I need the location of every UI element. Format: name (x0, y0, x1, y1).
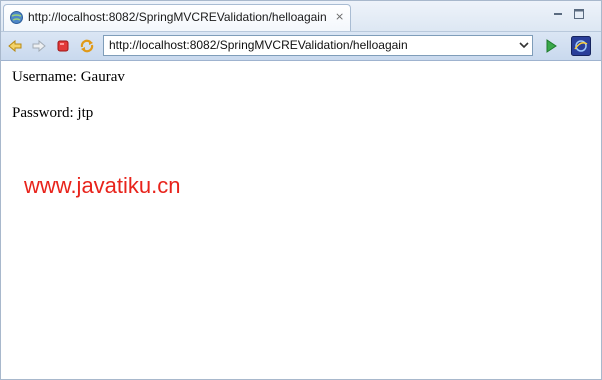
url-text: http://localhost:8082/SpringMVCREValidat… (109, 38, 408, 52)
tab-title: http://localhost:8082/SpringMVCREValidat… (28, 10, 327, 24)
stop-icon[interactable] (55, 38, 71, 54)
go-icon[interactable] (543, 38, 559, 54)
forward-icon[interactable] (31, 38, 47, 54)
back-icon[interactable] (7, 38, 23, 54)
watermark-text: www.javatiku.cn (24, 173, 181, 198)
tab-close-icon[interactable]: ⨯ (335, 10, 344, 24)
username-text: Username: Gaurav (12, 69, 125, 85)
minimize-icon[interactable] (551, 7, 565, 21)
maximize-icon[interactable] (572, 7, 586, 21)
dropdown-icon[interactable] (519, 40, 529, 50)
browser-tab[interactable]: http://localhost:8082/SpringMVCREValidat… (3, 4, 351, 31)
page-content: Username: Gaurav Password: jtp www.javat… (1, 61, 601, 379)
url-input[interactable]: http://localhost:8082/SpringMVCREValidat… (103, 35, 533, 56)
globe-icon (10, 11, 23, 24)
refresh-icon[interactable] (79, 38, 95, 54)
browser-logo-icon[interactable] (571, 36, 591, 56)
tab-bar: http://localhost:8082/SpringMVCREValidat… (1, 1, 601, 32)
navigation-toolbar: http://localhost:8082/SpringMVCREValidat… (1, 32, 601, 61)
browser-window: http://localhost:8082/SpringMVCREValidat… (0, 0, 602, 380)
password-text: Password: jtp (12, 105, 94, 121)
